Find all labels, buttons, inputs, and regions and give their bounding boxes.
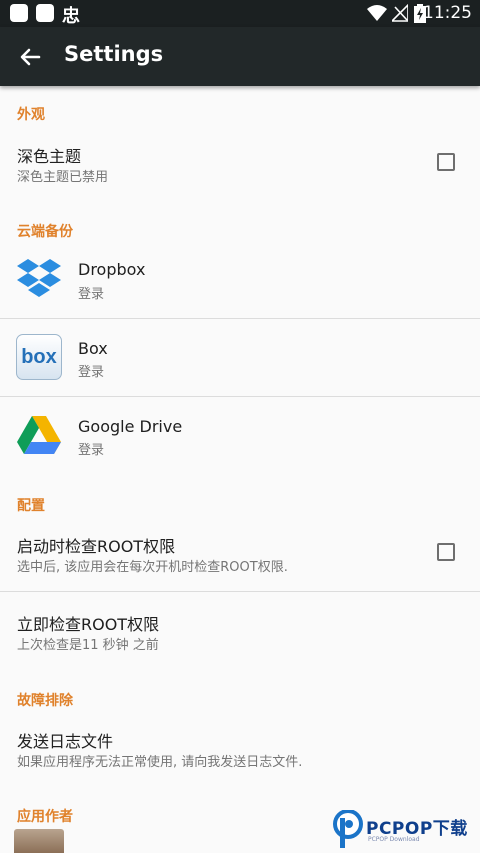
google-drive-title: Google Drive <box>78 417 183 436</box>
root-check-on-start-subtitle: 选中后, 该应用会在每次开机时检查ROOT权限. <box>17 560 288 575</box>
pcpop-logo-icon <box>333 810 363 848</box>
dropbox-icon <box>17 259 61 297</box>
dropbox-subtitle: 登录 <box>78 287 105 302</box>
notification-glyph-icon: 忠 <box>62 6 80 27</box>
send-log-title: 发送日志文件 <box>17 732 114 751</box>
status-bar: 忠 11:25 <box>0 0 480 27</box>
notification-square-icon <box>10 4 28 22</box>
section-header-cloud-backup: 云端备份 <box>17 224 73 240</box>
root-check-now-subtitle: 上次检查是11 秒钟 之前 <box>17 638 159 653</box>
toolbar: Settings <box>0 27 480 86</box>
dark-theme-title: 深色主题 <box>17 147 82 166</box>
divider <box>0 318 480 319</box>
no-signal-icon <box>392 4 408 22</box>
watermark-sub: PCPOP Download <box>368 836 420 843</box>
google-drive-icon <box>17 416 61 454</box>
section-header-troubleshooting: 故障排除 <box>17 693 73 709</box>
divider <box>0 591 480 592</box>
google-drive-subtitle: 登录 <box>78 443 105 458</box>
root-check-on-start-checkbox[interactable] <box>437 543 455 561</box>
box-icon: box <box>16 334 62 380</box>
divider <box>0 396 480 397</box>
root-check-now-title: 立即检查ROOT权限 <box>17 615 160 634</box>
dropbox-title: Dropbox <box>78 260 146 279</box>
clock: 11:25 <box>423 3 472 23</box>
section-header-author: 应用作者 <box>17 809 73 825</box>
section-header-appearance: 外观 <box>17 107 45 123</box>
box-title: Box <box>78 339 108 358</box>
root-check-on-start-title: 启动时检查ROOT权限 <box>17 537 176 556</box>
author-avatar[interactable] <box>14 829 64 853</box>
notification-square-icon <box>36 4 54 22</box>
dark-theme-subtitle: 深色主题已禁用 <box>17 170 109 185</box>
box-subtitle: 登录 <box>78 365 105 380</box>
page-title: Settings <box>64 42 164 66</box>
watermark: PCPOP下载 PCPOP Download <box>330 806 480 853</box>
back-arrow-icon[interactable] <box>14 41 46 73</box>
dark-theme-checkbox[interactable] <box>437 153 455 171</box>
section-header-config: 配置 <box>17 498 45 514</box>
wifi-icon <box>367 5 387 21</box>
send-log-subtitle: 如果应用程序无法正常使用, 请向我发送日志文件. <box>17 755 303 770</box>
